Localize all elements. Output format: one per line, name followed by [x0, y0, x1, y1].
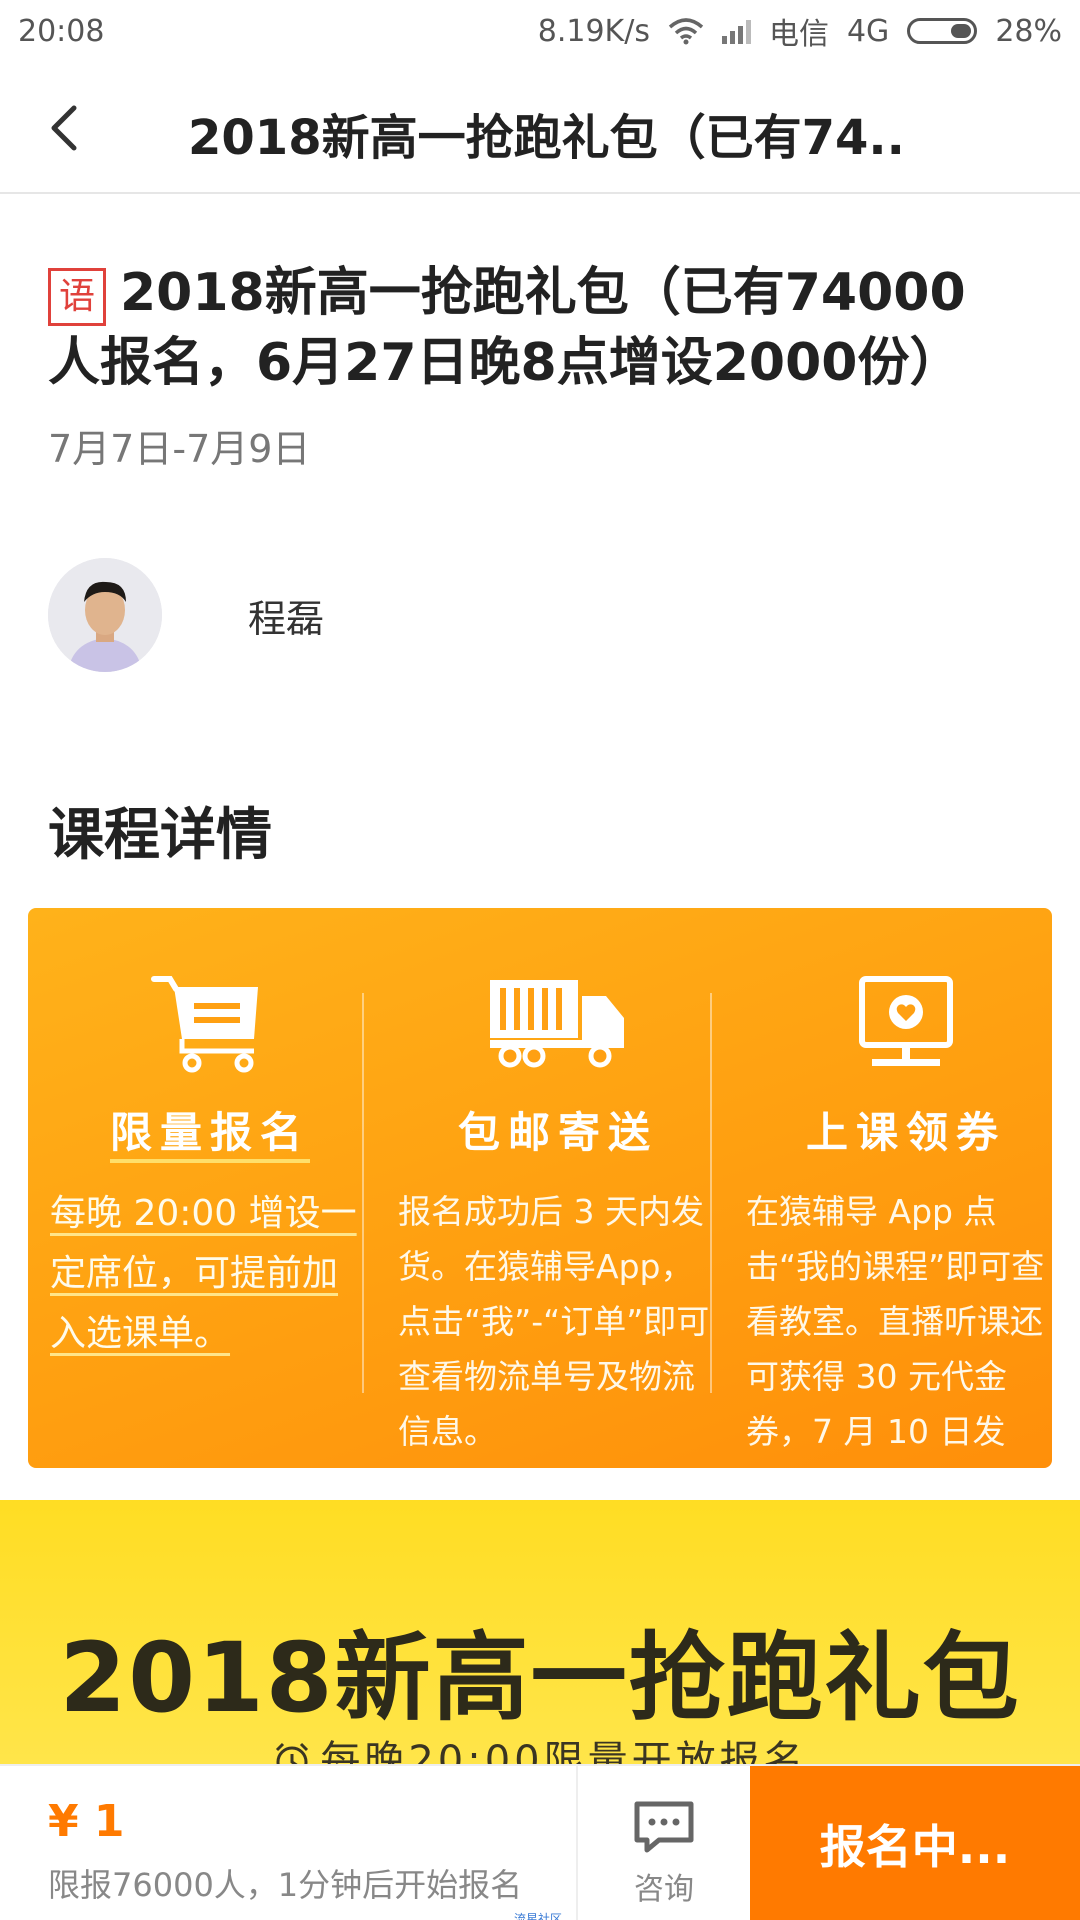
consult-button[interactable]: 咨询 — [576, 1766, 750, 1920]
teacher-row[interactable]: 程磊 — [48, 558, 324, 672]
status-time: 20:08 — [18, 13, 105, 49]
delivery-truck-icon — [490, 980, 624, 1068]
enroll-button[interactable]: 报名中... — [750, 1766, 1080, 1920]
nav-bar: 2018新高一抢跑礼包（已有74... — [0, 62, 1080, 194]
promo-banner: 2018新高一抢跑礼包 每晚20:00限量开放报名 — [0, 1500, 1080, 1764]
teacher-name: 程磊 — [248, 596, 325, 641]
course-date-range: 7月7日-7月9日 — [48, 427, 311, 471]
nav-title: 2018新高一抢跑礼包（已有74... — [188, 110, 908, 166]
promo-text: 在猿辅导 App 点击“我的课程”即可查看教室。直播听课还可获得 30 元代金券… — [746, 1192, 1045, 1468]
person-avatar-icon — [48, 558, 162, 672]
course-title-block: 语 2018新高一抢跑礼包（已有74000人报名，6月27日晚8点增设2000份） — [48, 258, 1008, 398]
promo-text: 报名成功后 3 天内发货。在猿辅导App，点击“我”-“订单”即可查看物流单号及… — [398, 1192, 710, 1451]
consult-label: 咨询 — [634, 1872, 694, 1907]
promo-title: 包邮寄送 — [457, 1108, 658, 1157]
promo-column-class-coupon: 上课领券 在猿辅导 App 点击“我的课程”即可查看教室。直播听课还可获得 30… — [746, 963, 1052, 1468]
bottom-action-bar: ¥ 1 限报76000人，1分钟后开始报名 流星社区 咨询 报名中... — [0, 1764, 1080, 1920]
promo-card: 限量报名 每晚 20:00 增设一定席位，可提前加入选课单。 包邮寄送 报名成功… — [28, 908, 1052, 1468]
banner-subtitle: 每晚20:00限量开放报名 — [0, 1728, 1080, 1764]
teacher-avatar[interactable] — [48, 558, 162, 672]
promo-title: 限量报名 — [50, 1099, 370, 1163]
promo-column-free-shipping: 包邮寄送 报名成功后 3 天内发货。在猿辅导App，点击“我”-“订单”即可查看… — [398, 963, 718, 1459]
subject-tag: 语 — [48, 268, 106, 326]
battery-percent: 28% — [995, 13, 1062, 49]
watermark: 流星社区 — [514, 1912, 563, 1920]
alarm-clock-icon — [276, 1742, 309, 1764]
promo-column-limited-enroll: 限量报名 每晚 20:00 增设一定席位，可提前加入选课单。 — [50, 963, 370, 1364]
price-label: ¥ 1 — [48, 1796, 125, 1847]
network-speed: 8.19K/s — [537, 13, 650, 49]
shopping-cart-icon — [151, 976, 258, 1073]
status-bar: 20:08 8.19K/s 电信 4G 28% — [0, 0, 1080, 62]
promo-text: 每晚 20:00 增设一定席位，可提前加入选课单。 — [50, 1193, 357, 1354]
back-button[interactable] — [42, 104, 90, 152]
status-right-group: 8.19K/s 电信 4G 28% — [538, 9, 1062, 53]
banner-title: 2018新高一抢跑礼包 — [59, 1622, 1021, 1734]
chat-bubble-icon — [634, 1801, 694, 1853]
enroll-quota-text: 限报76000人，1分钟后开始报名 — [48, 1866, 523, 1904]
signal-icon — [721, 18, 751, 44]
tv-heart-icon — [859, 976, 953, 1066]
course-title: 2018新高一抢跑礼包（已有74000人报名，6月27日晚8点增设2000份） — [48, 263, 966, 393]
wifi-icon — [668, 18, 704, 45]
battery-icon — [907, 18, 978, 44]
promo-title: 上课领券 — [805, 1108, 1006, 1157]
section-title-course-details: 课程详情 — [48, 803, 272, 868]
chevron-left-icon — [51, 105, 77, 151]
network-type: 4G — [846, 13, 890, 49]
carrier-name: 电信 — [768, 17, 829, 52]
